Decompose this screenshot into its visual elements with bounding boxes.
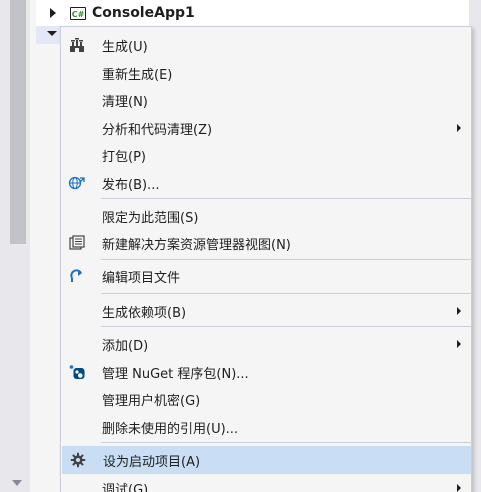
menu-item-manage-user-secrets[interactable]: 管理用户机密(G) bbox=[62, 385, 471, 413]
menu-item-scope-to-this[interactable]: 限定为此范围(S) bbox=[62, 202, 471, 230]
menu-item-analyze-and-cleanup[interactable]: 分析和代码清理(Z) bbox=[62, 114, 471, 142]
menu-separator bbox=[101, 442, 471, 443]
menu-item-label: 发布(B)... bbox=[102, 177, 160, 193]
menu-separator bbox=[101, 259, 471, 260]
menu-item-clean[interactable]: 清理(N) bbox=[62, 86, 471, 114]
menu-item-label: 编辑项目文件 bbox=[102, 270, 181, 286]
menu-item-manage-nuget[interactable]: 管理 NuGet 程序包(N)... bbox=[62, 358, 471, 386]
collapse-arrow-icon[interactable] bbox=[47, 31, 57, 36]
menu-item-label: 打包(P) bbox=[102, 149, 146, 165]
new-explorer-view-icon bbox=[62, 229, 92, 257]
menu-item-add[interactable]: 添加(D) bbox=[62, 330, 471, 358]
menu-item-label: 生成依赖项(B) bbox=[102, 305, 187, 321]
menu-separator bbox=[101, 326, 471, 327]
menu-item-label: 调试(G) bbox=[102, 482, 149, 492]
tree-node-project[interactable]: C# ConsoleApp1 bbox=[36, 0, 469, 26]
menu-item-pack[interactable]: 打包(P) bbox=[62, 141, 471, 169]
scroll-down-icon[interactable] bbox=[12, 480, 22, 486]
menu-item-label: 分析和代码清理(Z) bbox=[102, 122, 213, 138]
menu-item-label: 生成(U) bbox=[102, 39, 148, 55]
submenu-arrow-icon bbox=[457, 124, 461, 132]
project-name: ConsoleApp1 bbox=[92, 5, 195, 21]
menu-item-label: 管理用户机密(G) bbox=[102, 393, 201, 409]
submenu-arrow-icon bbox=[457, 340, 461, 348]
menu-item-debug[interactable]: 调试(G) bbox=[62, 474, 471, 492]
menu-item-label: 重新生成(E) bbox=[102, 67, 173, 83]
menu-separator bbox=[101, 198, 471, 199]
menu-item-publish[interactable]: 发布(B)... bbox=[62, 169, 471, 197]
vs-solution-explorer-context: C# ConsoleApp1 生成(U) 重新生成(E) 清理(N) 分析和代码… bbox=[0, 0, 481, 492]
menu-item-new-explorer-view[interactable]: 新建解决方案资源管理器视图(N) bbox=[62, 229, 471, 257]
menu-item-remove-unused-references[interactable]: 删除未使用的引用(U)... bbox=[62, 413, 471, 441]
menu-item-rebuild[interactable]: 重新生成(E) bbox=[62, 59, 471, 87]
menu-separator bbox=[101, 293, 471, 294]
csharp-project-icon: C# bbox=[70, 6, 86, 20]
menu-item-label: 新建解决方案资源管理器视图(N) bbox=[102, 237, 291, 253]
menu-item-build-dependencies[interactable]: 生成依赖项(B) bbox=[62, 297, 471, 325]
gear-icon bbox=[63, 446, 93, 474]
edit-project-file-icon bbox=[62, 262, 92, 290]
menu-item-label: 限定为此范围(S) bbox=[102, 210, 199, 226]
menu-item-label: 设为启动项目(A) bbox=[103, 454, 201, 470]
nuget-icon bbox=[62, 358, 92, 386]
scrollbar-thumb[interactable] bbox=[10, 0, 26, 244]
menu-item-label: 添加(D) bbox=[102, 338, 149, 354]
vertical-scrollbar[interactable] bbox=[0, 0, 30, 492]
submenu-arrow-icon bbox=[457, 307, 461, 315]
menu-item-label: 管理 NuGet 程序包(N)... bbox=[102, 366, 249, 382]
menu-item-label: 删除未使用的引用(U)... bbox=[102, 421, 239, 437]
context-menu: 生成(U) 重新生成(E) 清理(N) 分析和代码清理(Z) 打包(P) 发布(… bbox=[60, 26, 472, 492]
expand-arrow-icon[interactable] bbox=[50, 8, 56, 18]
build-icon bbox=[62, 31, 92, 59]
menu-item-label: 清理(N) bbox=[102, 94, 148, 110]
submenu-arrow-icon bbox=[457, 484, 461, 492]
publish-globe-icon bbox=[62, 169, 92, 197]
menu-item-set-as-startup[interactable]: 设为启动项目(A) bbox=[62, 446, 471, 474]
menu-item-build[interactable]: 生成(U) bbox=[62, 31, 471, 59]
menu-item-edit-project-file[interactable]: 编辑项目文件 bbox=[62, 262, 471, 290]
